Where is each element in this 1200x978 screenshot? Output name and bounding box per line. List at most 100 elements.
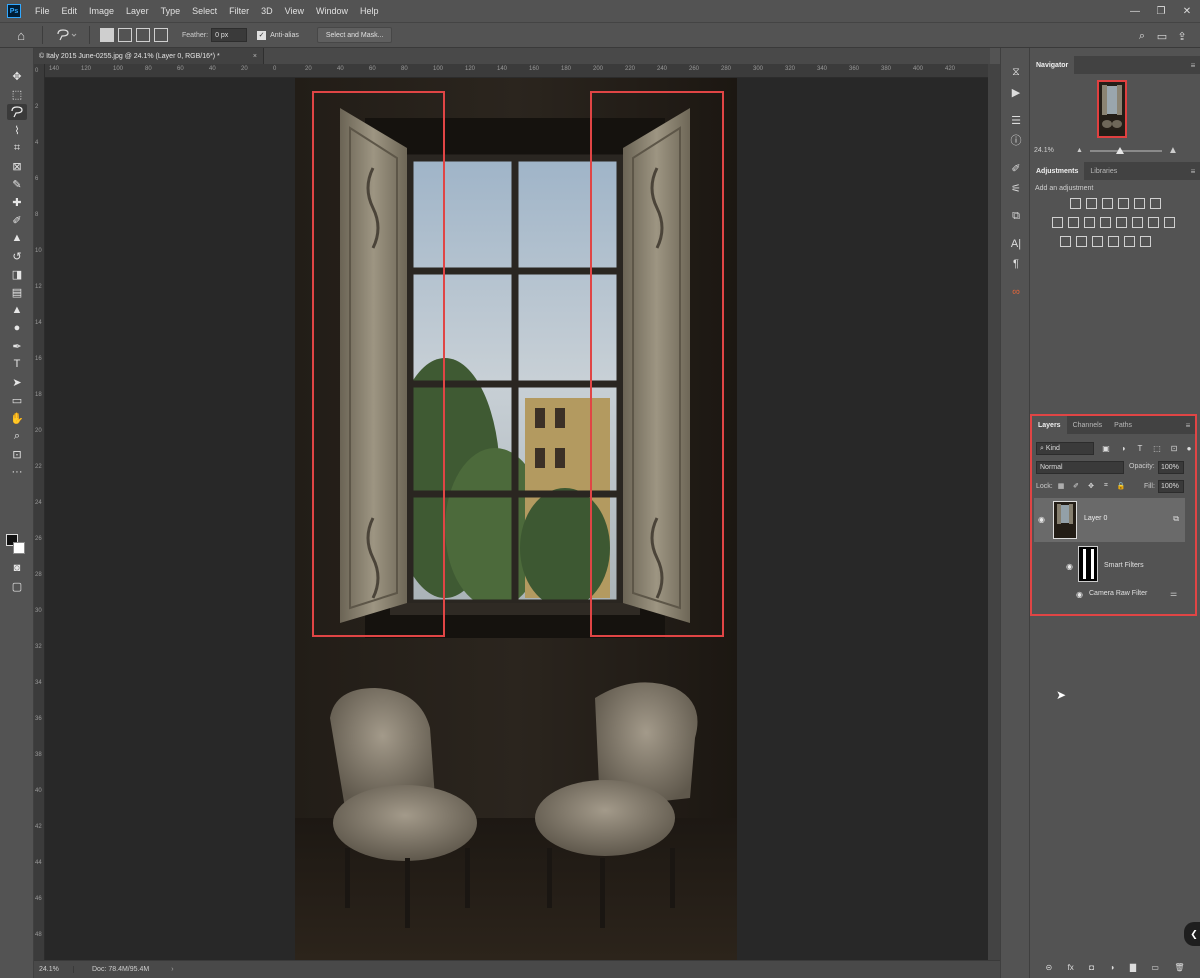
adjustment-icon[interactable] — [1108, 236, 1119, 247]
subtract-from-selection-button[interactable] — [136, 28, 150, 42]
smart-filters-eye-icon[interactable]: ◉ — [1066, 562, 1073, 571]
panel-menu-icon[interactable]: ≡ — [1181, 416, 1195, 434]
navigator-zoom[interactable]: 24.1% — [1034, 147, 1054, 154]
history-panel-icon[interactable]: ⧖ — [1008, 64, 1024, 80]
panel-menu-icon[interactable]: ≡ — [1186, 56, 1200, 74]
close-document-icon[interactable]: × — [253, 53, 257, 60]
navigator-thumbnail[interactable] — [1097, 80, 1127, 138]
adjustment-icon[interactable] — [1164, 217, 1175, 228]
layer-filter-kind[interactable]: ⌕ Kind — [1036, 442, 1094, 455]
lock-all-icon[interactable]: 🔒 — [1116, 481, 1126, 491]
quick-mask-icon[interactable]: ◙ — [7, 560, 27, 576]
menu-type[interactable]: Type — [155, 6, 187, 16]
filter-toggle-icon[interactable]: ● — [1184, 443, 1194, 453]
fill-input[interactable]: 100% — [1158, 480, 1184, 493]
menu-edit[interactable]: Edit — [56, 6, 84, 16]
panel-menu-icon[interactable]: ≡ — [1186, 162, 1200, 180]
adjustment-icon[interactable] — [1116, 217, 1127, 228]
actions-panel-icon[interactable]: ▶ — [1008, 84, 1024, 100]
zoom-tool-icon[interactable]: ⌕ — [7, 428, 27, 444]
menu-select[interactable]: Select — [186, 6, 223, 16]
lock-image-icon[interactable]: ✐ — [1071, 481, 1081, 491]
filter-smart-object-icon[interactable]: ⊡ — [1169, 443, 1179, 453]
zoom-level[interactable]: 24.1% — [34, 966, 74, 973]
minimize-button[interactable]: — — [1122, 0, 1148, 22]
zoom-out-icon[interactable]: ▲ — [1076, 147, 1083, 154]
new-selection-button[interactable] — [100, 28, 114, 42]
shape-tool-icon[interactable]: ▭ — [7, 392, 27, 408]
filter-type-icon[interactable]: T — [1135, 443, 1145, 453]
feather-input[interactable] — [211, 28, 248, 42]
workspace-icon[interactable]: ▭ — [1152, 26, 1172, 46]
frame-tool-icon[interactable]: ⊠ — [7, 158, 27, 174]
tool-preset-picker[interactable] — [51, 25, 81, 45]
new-layer-icon[interactable]: ▭ — [1151, 963, 1159, 972]
fx-icon[interactable]: fx — [1068, 963, 1074, 972]
eyedropper-tool-icon[interactable]: ✎ — [7, 176, 27, 192]
paragraph-panel-icon[interactable]: ¶ — [1008, 256, 1024, 272]
info-panel-icon[interactable]: ⓘ — [1008, 132, 1024, 148]
screen-mode-icon[interactable]: ▢ — [7, 578, 27, 594]
status-menu-arrow-icon[interactable]: › — [171, 966, 173, 973]
tab-channels[interactable]: Channels — [1067, 416, 1109, 434]
marquee-tool-icon[interactable]: ⬚ — [7, 86, 27, 102]
layer-row[interactable]: ◉ Layer 0 ⧉ — [1034, 498, 1185, 542]
more-tools-icon[interactable]: ··· — [7, 464, 27, 480]
clone-stamp-icon[interactable]: ▲ — [7, 230, 27, 246]
visibility-eye-icon[interactable]: ◉ — [1038, 515, 1045, 524]
crop-tool-icon[interactable]: ⌗ — [7, 140, 27, 156]
clone-source-icon[interactable]: ⧉ — [1008, 208, 1024, 224]
adjustment-icon[interactable] — [1118, 198, 1129, 209]
adjustment-icon[interactable] — [1068, 217, 1079, 228]
add-mask-icon[interactable]: ◘ — [1089, 963, 1094, 972]
rotate-view-icon[interactable]: ⊡ — [7, 446, 27, 462]
filter-shape-icon[interactable]: ⬚ — [1152, 443, 1162, 453]
vertical-scrollbar[interactable] — [988, 64, 1000, 960]
new-group-icon[interactable]: ▇ — [1130, 963, 1136, 972]
search-icon[interactable]: ⌕ — [1132, 26, 1152, 46]
pen-tool-icon[interactable]: ✒ — [7, 338, 27, 354]
layer-name[interactable]: Layer 0 — [1084, 515, 1107, 522]
brush-tool-icon[interactable]: ✐ — [7, 212, 27, 228]
adjustment-icon[interactable] — [1148, 217, 1159, 228]
lock-artboard-icon[interactable]: ⌗ — [1101, 481, 1111, 491]
brush-settings-icon[interactable]: ⚟ — [1008, 180, 1024, 196]
menu-filter[interactable]: Filter — [223, 6, 255, 16]
adjustment-icon[interactable] — [1060, 236, 1071, 247]
photoshop-logo-icon[interactable]: Ps — [7, 4, 21, 18]
filter-adjustment-icon[interactable]: ◑ — [1118, 443, 1128, 453]
document-tab[interactable]: © Italy 2015 June-0255.jpg @ 24.1% (Laye… — [34, 48, 264, 64]
close-window-button[interactable]: ✕ — [1174, 0, 1200, 22]
healing-brush-icon[interactable]: ✚ — [7, 194, 27, 210]
path-selection-icon[interactable]: ➤ — [7, 374, 27, 390]
menu-help[interactable]: Help — [354, 6, 385, 16]
antialias-checkbox[interactable]: ✓ — [257, 30, 267, 40]
move-tool-icon[interactable]: ✥ — [7, 68, 27, 84]
blend-mode-select[interactable]: Normal — [1036, 461, 1124, 474]
filter-pixel-icon[interactable]: ▣ — [1101, 443, 1111, 453]
new-adjustment-icon[interactable]: ◑ — [1110, 963, 1115, 972]
tab-layers[interactable]: Layers — [1032, 416, 1067, 434]
gradient-tool-icon[interactable]: ▤ — [7, 284, 27, 300]
menu-view[interactable]: View — [279, 6, 310, 16]
zoom-slider-knob[interactable] — [1116, 147, 1124, 154]
lock-transparent-icon[interactable]: ▦ — [1056, 481, 1066, 491]
home-icon[interactable]: ⌂ — [8, 24, 34, 46]
adjustment-icon[interactable] — [1150, 198, 1161, 209]
menu-3d[interactable]: 3D — [255, 6, 279, 16]
share-icon[interactable]: ⇪ — [1172, 26, 1192, 46]
background-color-swatch[interactable] — [13, 542, 25, 554]
tab-adjustments[interactable]: Adjustments — [1030, 162, 1085, 180]
adjustment-icon[interactable] — [1070, 198, 1081, 209]
type-tool-icon[interactable]: T — [7, 356, 27, 372]
menu-image[interactable]: Image — [83, 6, 120, 16]
adjustment-icon[interactable] — [1140, 236, 1151, 247]
adjustment-icon[interactable] — [1076, 236, 1087, 247]
hand-tool-icon[interactable]: ✋ — [7, 410, 27, 426]
camera-raw-filter-label[interactable]: Camera Raw Filter — [1089, 590, 1147, 597]
lasso-tool-icon[interactable] — [7, 104, 27, 120]
adjustment-icon[interactable] — [1132, 217, 1143, 228]
zoom-slider[interactable] — [1090, 150, 1162, 152]
camera-raw-eye-icon[interactable]: ◉ — [1076, 590, 1083, 599]
eraser-tool-icon[interactable]: ◨ — [7, 266, 27, 282]
